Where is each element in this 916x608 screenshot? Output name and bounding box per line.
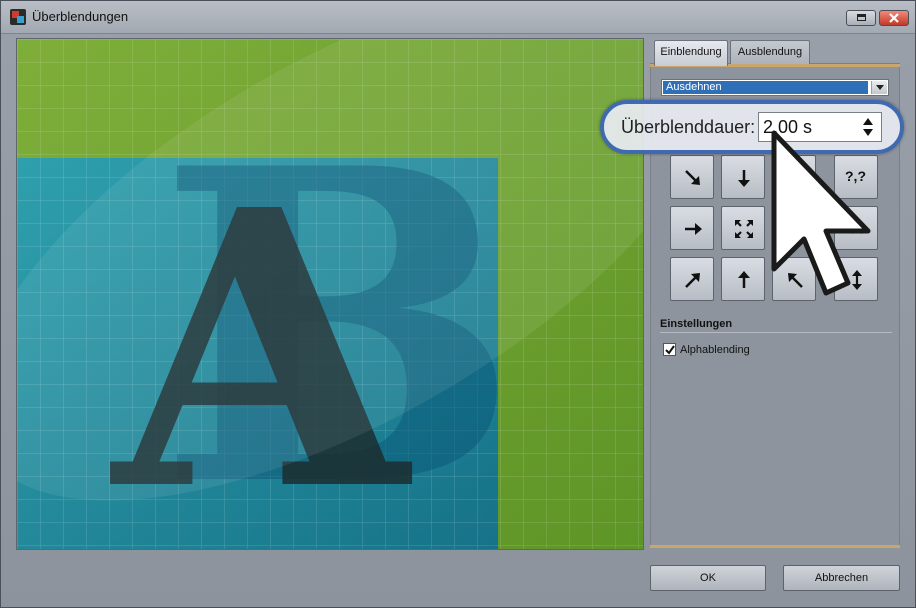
transition-type-value: Ausdehnen <box>663 81 868 94</box>
close-button[interactable] <box>879 10 909 26</box>
close-icon <box>889 13 899 23</box>
settings-heading: Einstellungen <box>660 318 733 330</box>
direction-right-button[interactable] <box>670 206 714 250</box>
settings-divider <box>660 332 892 333</box>
tab-ausblendung[interactable]: Ausblendung <box>730 40 810 64</box>
expand-center-button[interactable] <box>721 206 765 250</box>
chevron-down-icon[interactable] <box>871 81 887 94</box>
panel-accent-line <box>650 545 900 548</box>
transition-type-select[interactable]: Ausdehnen <box>661 79 889 96</box>
alphablending-label: Alphablending <box>680 344 750 356</box>
arrow-up-right-icon <box>685 273 700 288</box>
transition-preview: B B A <box>16 38 644 550</box>
direction-up-button[interactable] <box>721 257 765 301</box>
arrow-down-right-icon <box>685 170 700 185</box>
title-bar: Überblendungen <box>1 1 915 34</box>
restore-icon <box>857 14 866 21</box>
spin-up-icon[interactable] <box>863 118 873 125</box>
arrow-down-icon <box>738 170 750 187</box>
window-title: Überblendungen <box>32 9 129 24</box>
direction-up-right-button[interactable] <box>670 257 714 301</box>
mouse-pointer-icon <box>771 130 871 296</box>
restore-button[interactable] <box>846 10 876 26</box>
arrow-up-icon <box>738 271 750 288</box>
direction-down-button[interactable] <box>721 155 765 199</box>
alphablending-checkbox[interactable] <box>663 343 676 356</box>
direction-down-right-button[interactable] <box>670 155 714 199</box>
ok-button[interactable]: OK <box>650 565 766 591</box>
expand-from-center-icon <box>735 220 753 238</box>
cancel-button[interactable]: Abbrechen <box>783 565 900 591</box>
arrow-right-icon <box>685 223 702 235</box>
tab-einblendung[interactable]: Einblendung <box>654 40 728 66</box>
checkmark-icon <box>665 345 675 355</box>
app-logo-icon <box>10 9 26 25</box>
duration-label: Überblenddauer: <box>621 117 756 137</box>
